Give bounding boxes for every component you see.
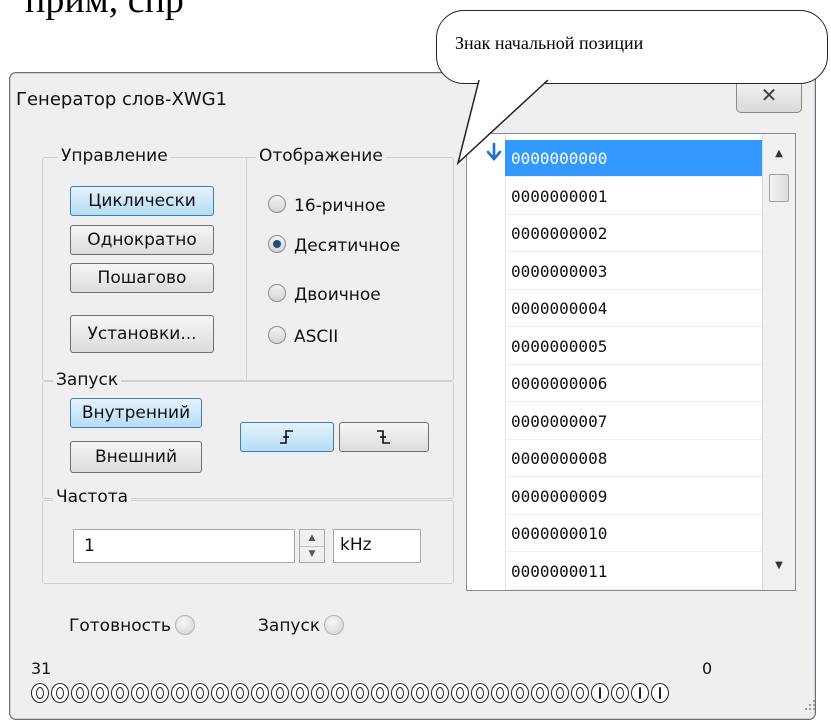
callout-text: Знак начальной позиции (455, 33, 644, 53)
callout-pointer (456, 74, 549, 166)
